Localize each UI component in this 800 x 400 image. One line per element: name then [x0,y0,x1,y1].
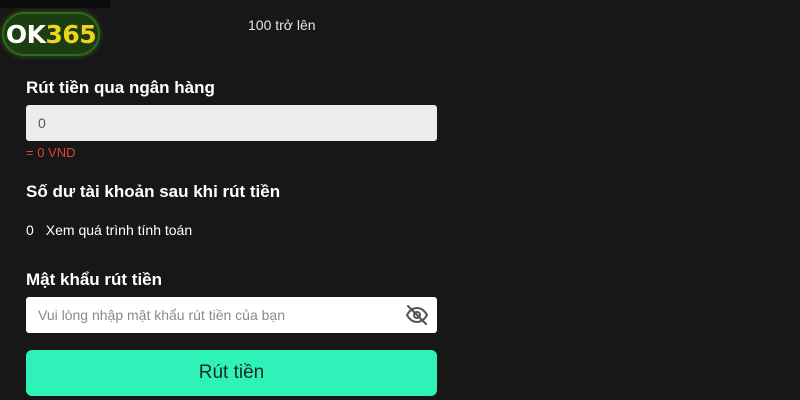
bank-withdraw-title: Rút tiền qua ngân hàng [26,78,215,97]
ok365-logo: OK 365 [2,12,100,56]
balance-after-title: Số dư tài khoản sau khi rút tiền [26,182,281,201]
withdraw-password-input[interactable] [26,297,437,333]
withdraw-password-title: Mật khẩu rút tiền [26,270,163,289]
withdraw-submit-button[interactable]: Rút tiền [26,350,437,396]
eye-slash-icon[interactable] [405,303,429,327]
logo-text-ok: OK [5,19,46,49]
balance-row: 0 Xem quá trình tính toán [26,222,192,238]
balance-value: 0 [26,222,34,238]
minimum-note: 100 trở lên [248,17,316,33]
withdraw-amount-input[interactable] [26,105,437,141]
view-calculation-link[interactable]: Xem quá trình tính toán [46,222,192,238]
logo-text-365: 365 [45,19,97,49]
top-strip [0,0,110,8]
password-field-wrapper [26,297,437,333]
converted-amount: = 0 VND [26,145,76,160]
